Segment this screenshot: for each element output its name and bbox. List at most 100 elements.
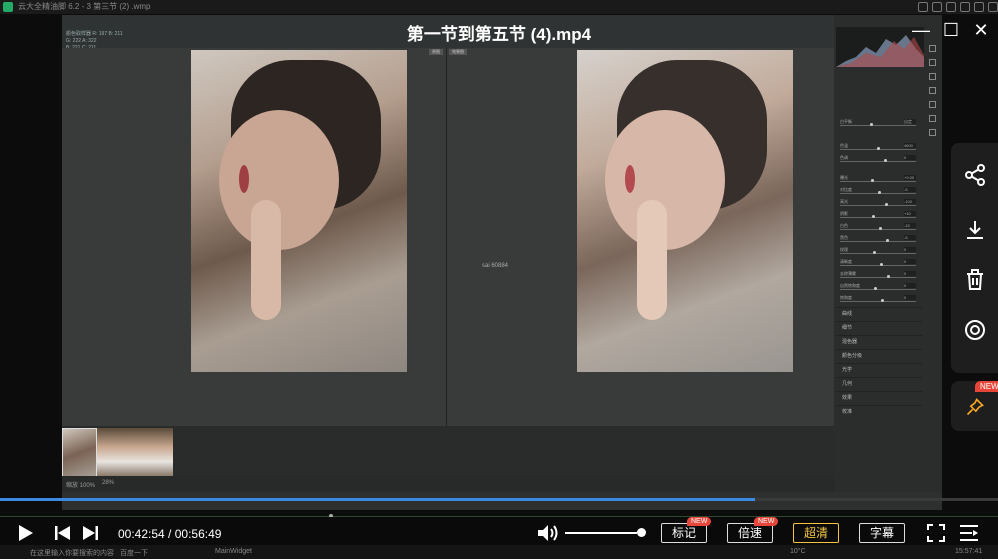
- panel-value[interactable]: 0: [904, 259, 916, 264]
- side-toolbar: [951, 143, 998, 373]
- mark-button[interactable]: 标记: [661, 523, 707, 543]
- panel-slider[interactable]: [840, 229, 916, 230]
- panel-value[interactable]: 4600: [904, 143, 916, 148]
- panel-value[interactable]: 0: [904, 155, 916, 160]
- panel-slider-knob[interactable]: [873, 251, 876, 254]
- next-icon[interactable]: [82, 526, 98, 540]
- panel-slider-knob[interactable]: [884, 159, 887, 162]
- panel-slider[interactable]: [840, 289, 916, 290]
- minimize-button[interactable]: —: [908, 18, 934, 42]
- panel-section[interactable]: 校准: [836, 405, 922, 418]
- panel-slider-knob[interactable]: [877, 147, 880, 150]
- previous-icon[interactable]: [55, 526, 71, 540]
- mask-icon[interactable]: [929, 87, 936, 94]
- volume-handle[interactable]: [637, 528, 646, 537]
- subtitle-button[interactable]: 字幕: [859, 523, 905, 543]
- download-button[interactable]: [951, 218, 998, 258]
- panel-value[interactable]: +0.00: [904, 175, 916, 180]
- panel-value[interactable]: -15: [904, 223, 916, 228]
- panel-slider[interactable]: [840, 241, 916, 242]
- current-time: 00:42:54: [118, 527, 165, 541]
- panel-value[interactable]: 0: [904, 271, 916, 276]
- panel-slider[interactable]: [840, 301, 916, 302]
- panel-slider[interactable]: [840, 217, 916, 218]
- panel-slider-knob[interactable]: [870, 123, 873, 126]
- camera-raw-panel: 白平衡 自定 色温 4600 色调 0 曝光 +0.00 对比度 -5 高光 -100 阴影 +10 白色 -…: [834, 15, 942, 492]
- panel-slider-knob[interactable]: [887, 275, 890, 278]
- filmstrip-thumb[interactable]: [62, 428, 97, 478]
- delete-button[interactable]: [951, 268, 998, 308]
- playlist-icon[interactable]: [959, 524, 979, 542]
- panel-slider[interactable]: [840, 253, 916, 254]
- share-button[interactable]: [951, 163, 998, 203]
- taskbar-item[interactable]: 百度一下: [120, 548, 148, 558]
- maximize-button[interactable]: ☐: [938, 18, 964, 42]
- panel-slider-knob[interactable]: [872, 215, 875, 218]
- zoom-value[interactable]: 28%: [102, 480, 114, 486]
- maximize-icon[interactable]: [974, 2, 984, 12]
- progress-fill: [0, 498, 756, 501]
- panel-slider[interactable]: [840, 205, 916, 206]
- panel-slider-knob[interactable]: [880, 263, 883, 266]
- quality-button[interactable]: 超清: [793, 523, 839, 543]
- panel-value[interactable]: 0: [904, 247, 916, 252]
- panel-value[interactable]: 自定: [904, 119, 916, 124]
- panel-slider-knob[interactable]: [886, 239, 889, 242]
- close-small-icon[interactable]: [988, 2, 998, 12]
- menu-icon[interactable]: [932, 2, 942, 12]
- original-button[interactable]: 原图: [429, 49, 443, 55]
- time-display: 00:42:54 / 00:56:49: [118, 527, 221, 541]
- volume-slider[interactable]: [565, 532, 638, 534]
- panel-slider-knob[interactable]: [878, 191, 881, 194]
- fullscreen-icon[interactable]: [927, 524, 945, 542]
- panel-slider[interactable]: [840, 125, 916, 126]
- panel-slider-knob[interactable]: [879, 227, 882, 230]
- panel-section[interactable]: 光学: [836, 363, 922, 376]
- crop-icon[interactable]: [929, 45, 936, 52]
- panel-value[interactable]: -5: [904, 187, 916, 192]
- speed-button[interactable]: 倍速: [727, 523, 773, 543]
- status-text: 缩放 100%: [66, 483, 96, 489]
- panel-section[interactable]: 混色器: [836, 335, 922, 348]
- panel-section[interactable]: 颜色分级: [836, 349, 922, 362]
- filmstrip-thumb[interactable]: [97, 428, 173, 476]
- more-icon[interactable]: [929, 129, 936, 136]
- redeye-icon[interactable]: [929, 101, 936, 108]
- folder-icon[interactable]: [946, 2, 956, 12]
- panel-section[interactable]: 细节: [836, 321, 922, 334]
- panel-section[interactable]: 曲线: [836, 307, 922, 320]
- preset-icon[interactable]: [929, 115, 936, 122]
- panel-value[interactable]: +10: [904, 211, 916, 216]
- play-icon[interactable]: [18, 524, 34, 542]
- time-separator: /: [164, 527, 175, 541]
- panel-slider[interactable]: [840, 161, 916, 162]
- ps-bottom-bar: [62, 492, 942, 510]
- panel-value[interactable]: 0: [904, 295, 916, 300]
- close-button[interactable]: ✕: [968, 18, 994, 42]
- panel-section[interactable]: 效果: [836, 391, 922, 404]
- panel-slider-knob[interactable]: [874, 287, 877, 290]
- panel-slider-knob[interactable]: [885, 203, 888, 206]
- panel-slider-knob[interactable]: [871, 179, 874, 182]
- panel-slider-knob[interactable]: [881, 299, 884, 302]
- panel-slider[interactable]: [840, 181, 916, 182]
- panel-slider[interactable]: [840, 265, 916, 266]
- brush-icon[interactable]: [929, 59, 936, 66]
- user-icon[interactable]: [918, 2, 928, 12]
- panel-section[interactable]: 几何: [836, 377, 922, 390]
- panel-slider[interactable]: [840, 277, 916, 278]
- minimize-icon[interactable]: [960, 2, 970, 12]
- new-badge: NEW: [975, 381, 998, 392]
- speed-label: 倍速: [737, 526, 762, 540]
- target-button[interactable]: [951, 318, 998, 358]
- taskbar-item[interactable]: MainWidget: [215, 548, 252, 555]
- heal-icon[interactable]: [929, 73, 936, 80]
- panel-value[interactable]: 0: [904, 283, 916, 288]
- panel-value[interactable]: -5: [904, 235, 916, 240]
- panel-value[interactable]: -100: [904, 199, 916, 204]
- result-button[interactable]: 效果图: [449, 49, 467, 55]
- photo-before: [191, 50, 407, 372]
- volume-icon[interactable]: [537, 524, 559, 542]
- clock: 15:57:41: [955, 548, 983, 555]
- taskbar-search[interactable]: 在这里输入你要搜索的内容: [30, 548, 114, 558]
